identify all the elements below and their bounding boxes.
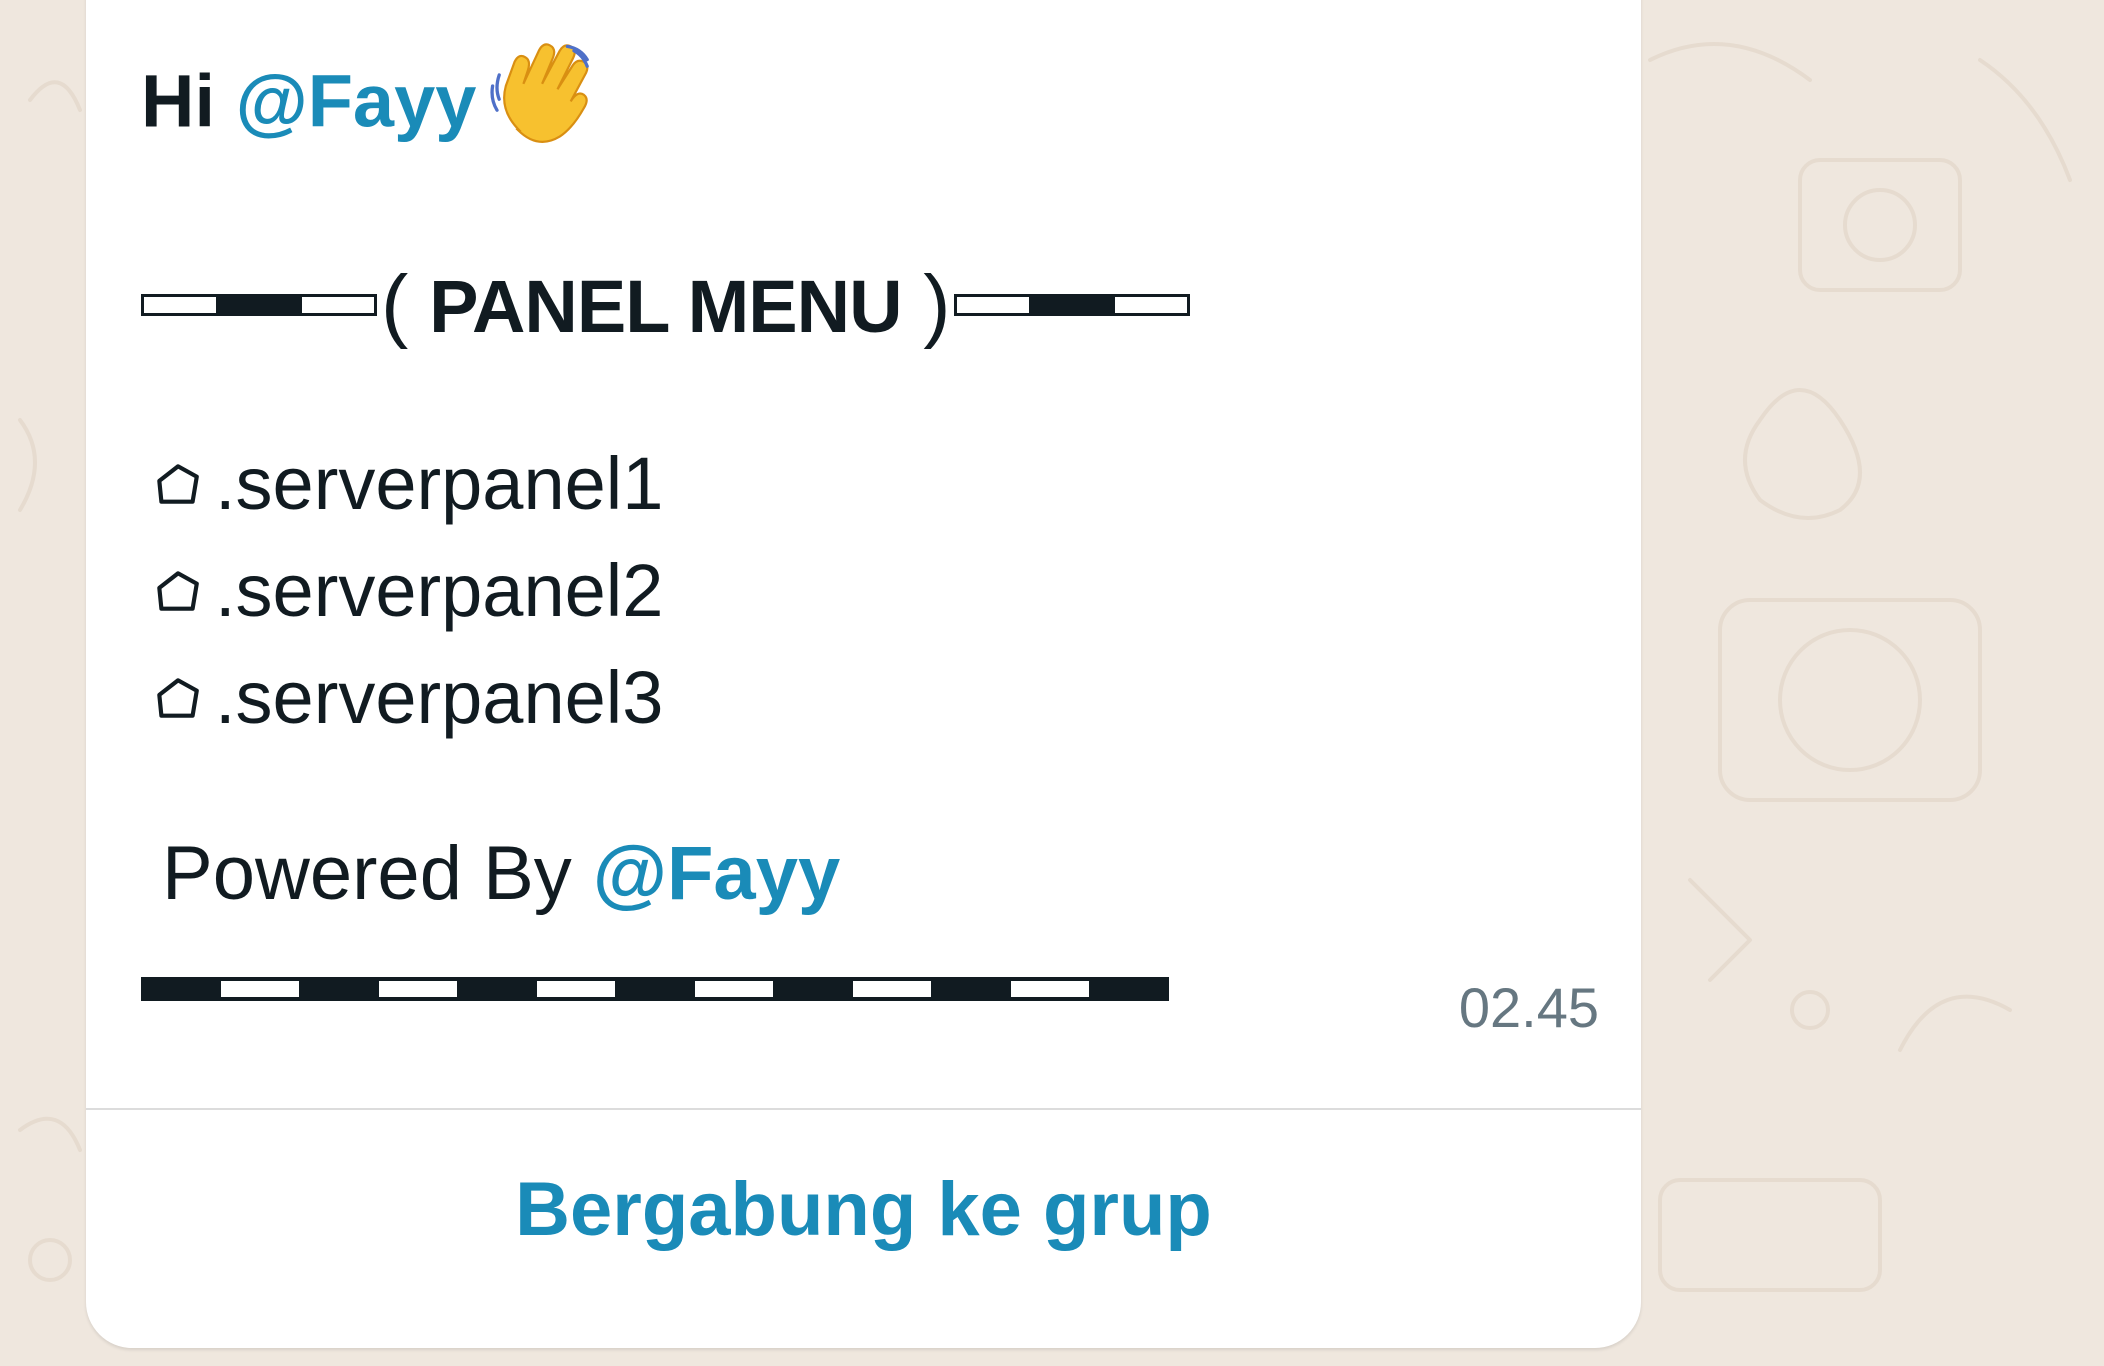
panel-open-paren: ( [381, 259, 430, 350]
greeting-mention[interactable]: @Fayy [236, 60, 477, 143]
divider-segment [221, 977, 299, 1001]
divider-segment [931, 977, 1011, 1001]
divider-segment [219, 294, 299, 316]
powered-prefix: Powered By [162, 831, 593, 916]
panel-divider-left [141, 294, 377, 316]
panel-close-paren: ) [901, 259, 950, 350]
pentagon-icon [157, 463, 199, 504]
pentagon-icon [157, 570, 199, 611]
divider-segment [299, 977, 379, 1001]
menu-item-label: .serverpanel1 [215, 442, 664, 525]
panel-divider-right [953, 294, 1190, 316]
menu-item-label: .serverpanel2 [215, 549, 664, 632]
divider-segment [695, 977, 773, 1001]
divider-segment [537, 977, 615, 1001]
waving-hand-icon [490, 43, 590, 143]
panel-title: ( PANEL MENU ) [377, 258, 954, 352]
greeting-prefix: Hi [141, 59, 236, 143]
pentagon-icon [157, 677, 199, 718]
panel-title-text: PANEL MENU [429, 265, 902, 348]
divider-segment [853, 977, 931, 1001]
message-timestamp: 02.45 [1458, 976, 1599, 1039]
divider-segment [1031, 294, 1112, 316]
join-group-button[interactable]: Bergabung ke grup [86, 1110, 1641, 1348]
menu-item-label: .serverpanel3 [215, 656, 664, 739]
divider-segment [457, 977, 537, 1001]
list-item: .serverpanel1 [151, 430, 663, 537]
divider-segment [379, 977, 457, 1001]
panel-menu-header: ( PANEL MENU ) [141, 258, 1190, 352]
divider-segment [141, 294, 219, 316]
divider-segment [299, 294, 377, 316]
powered-by-line: Powered By @Fayy [162, 830, 840, 917]
join-group-button-label: Bergabung ke grup [515, 1166, 1212, 1252]
list-item: .serverpanel3 [151, 644, 663, 751]
divider-segment [1011, 977, 1089, 1001]
list-item: .serverpanel2 [151, 537, 663, 644]
divider-segment [615, 977, 695, 1001]
greeting-line: Hi @Fayy [141, 43, 596, 162]
powered-mention[interactable]: @Fayy [593, 831, 840, 916]
divider-segment [953, 294, 1032, 316]
bottom-divider [141, 977, 1169, 1001]
panel-menu-list: .serverpanel1 .serverpanel2 .serverpanel… [151, 430, 663, 751]
message-bubble: Hi @Fayy ( PANEL MENU ) .serverpanel1 .s… [86, 0, 1641, 1348]
divider-segment [141, 977, 221, 1001]
divider-segment [1089, 977, 1169, 1001]
divider-segment [1111, 294, 1190, 316]
divider-segment [773, 977, 853, 1001]
